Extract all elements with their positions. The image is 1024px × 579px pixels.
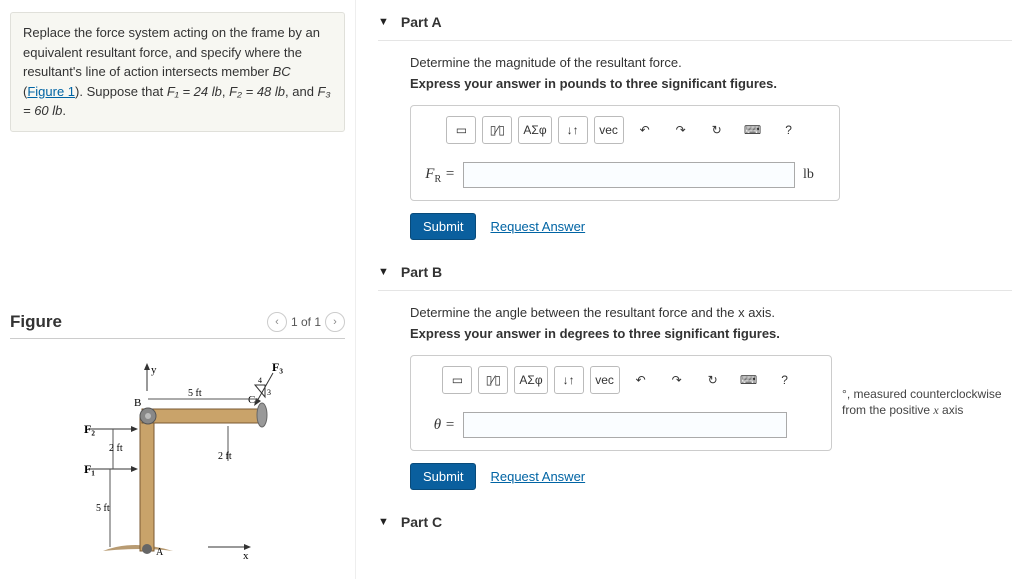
- svg-text:F₃: F₃: [272, 360, 283, 374]
- part-a-format: Express your answer in pounds to three s…: [410, 76, 1012, 91]
- template-button[interactable]: ▭: [442, 366, 472, 394]
- figure-prev-button[interactable]: ‹: [267, 312, 287, 332]
- problem-statement: Replace the force system acting on the f…: [10, 12, 345, 132]
- redo-button[interactable]: ↷: [666, 116, 696, 144]
- vec-button[interactable]: vec: [594, 116, 624, 144]
- part-a-submit-button[interactable]: Submit: [410, 213, 476, 240]
- part-a-instruction: Determine the magnitude of the resultant…: [410, 55, 1012, 70]
- svg-text:A: A: [156, 547, 164, 558]
- svg-text:F₂: F₂: [84, 422, 95, 436]
- part-a-request-answer[interactable]: Request Answer: [490, 219, 585, 234]
- sort-button[interactable]: ↓↑: [558, 116, 588, 144]
- part-b-answer-panel: ▭ ▯⁄▯ ΑΣφ ↓↑ vec ↶ ↷ ↻ ⌨ ? θ =: [410, 355, 832, 451]
- greek-button[interactable]: ΑΣφ: [514, 366, 547, 394]
- template-button[interactable]: ▭: [446, 116, 476, 144]
- svg-text:F₁: F₁: [84, 462, 95, 476]
- part-a-header[interactable]: ▼ Part A: [378, 8, 1012, 36]
- redo-button[interactable]: ↷: [662, 366, 692, 394]
- fraction-button[interactable]: ▯⁄▯: [478, 366, 508, 394]
- caret-down-icon: ▼: [378, 266, 389, 278]
- svg-text:3: 3: [267, 388, 271, 397]
- part-b-format: Express your answer in degrees to three …: [410, 326, 1012, 341]
- part-b-instruction: Determine the angle between the resultan…: [410, 305, 1012, 320]
- part-b-submit-button[interactable]: Submit: [410, 463, 476, 490]
- svg-text:2 ft: 2 ft: [109, 443, 123, 454]
- part-c-title: Part C: [401, 514, 442, 530]
- undo-button[interactable]: ↶: [630, 116, 660, 144]
- figure-counter: 1 of 1: [291, 315, 321, 329]
- figure-next-button[interactable]: ›: [325, 312, 345, 332]
- caret-down-icon: ▼: [378, 16, 389, 28]
- figure-title: Figure: [10, 312, 62, 332]
- vec-button[interactable]: vec: [590, 366, 620, 394]
- greek-button[interactable]: ΑΣφ: [518, 116, 551, 144]
- svg-text:5 ft: 5 ft: [96, 503, 110, 514]
- part-a-variable: FR =: [421, 166, 455, 185]
- part-a-title: Part A: [401, 14, 442, 30]
- part-b-header[interactable]: ▼ Part B: [378, 258, 1012, 286]
- part-b-variable: θ =: [421, 417, 455, 434]
- reset-button[interactable]: ↻: [702, 116, 732, 144]
- part-a-answer-input[interactable]: [463, 162, 795, 188]
- svg-text:C: C: [248, 394, 255, 406]
- figure-diagram: y x F₂ F₁ F₃ 4 3: [48, 351, 308, 566]
- help-button[interactable]: ?: [770, 366, 800, 394]
- svg-text:5 ft: 5 ft: [188, 388, 202, 399]
- svg-text:y: y: [151, 364, 157, 376]
- undo-button[interactable]: ↶: [626, 366, 656, 394]
- reset-button[interactable]: ↻: [698, 366, 728, 394]
- sort-button[interactable]: ↓↑: [554, 366, 584, 394]
- part-c-header[interactable]: ▼ Part C: [378, 508, 1012, 536]
- keyboard-button[interactable]: ⌨: [738, 116, 768, 144]
- keyboard-button[interactable]: ⌨: [734, 366, 764, 394]
- fraction-button[interactable]: ▯⁄▯: [482, 116, 512, 144]
- svg-text:4: 4: [258, 376, 262, 385]
- part-b-answer-input[interactable]: [463, 412, 787, 438]
- part-a-unit: lb: [803, 167, 829, 183]
- part-b-request-answer[interactable]: Request Answer: [490, 469, 585, 484]
- part-b-title: Part B: [401, 264, 442, 280]
- caret-down-icon: ▼: [378, 516, 389, 528]
- part-a-answer-panel: ▭ ▯⁄▯ ΑΣφ ↓↑ vec ↶ ↷ ↻ ⌨ ? FR =: [410, 105, 840, 201]
- svg-text:B: B: [134, 397, 141, 409]
- figure-link[interactable]: Figure 1: [27, 84, 75, 99]
- part-b-suffix: °, measured counterclockwise from the po…: [842, 387, 1012, 418]
- svg-text:x: x: [243, 550, 249, 562]
- help-button[interactable]: ?: [774, 116, 804, 144]
- svg-text:2 ft: 2 ft: [218, 451, 232, 462]
